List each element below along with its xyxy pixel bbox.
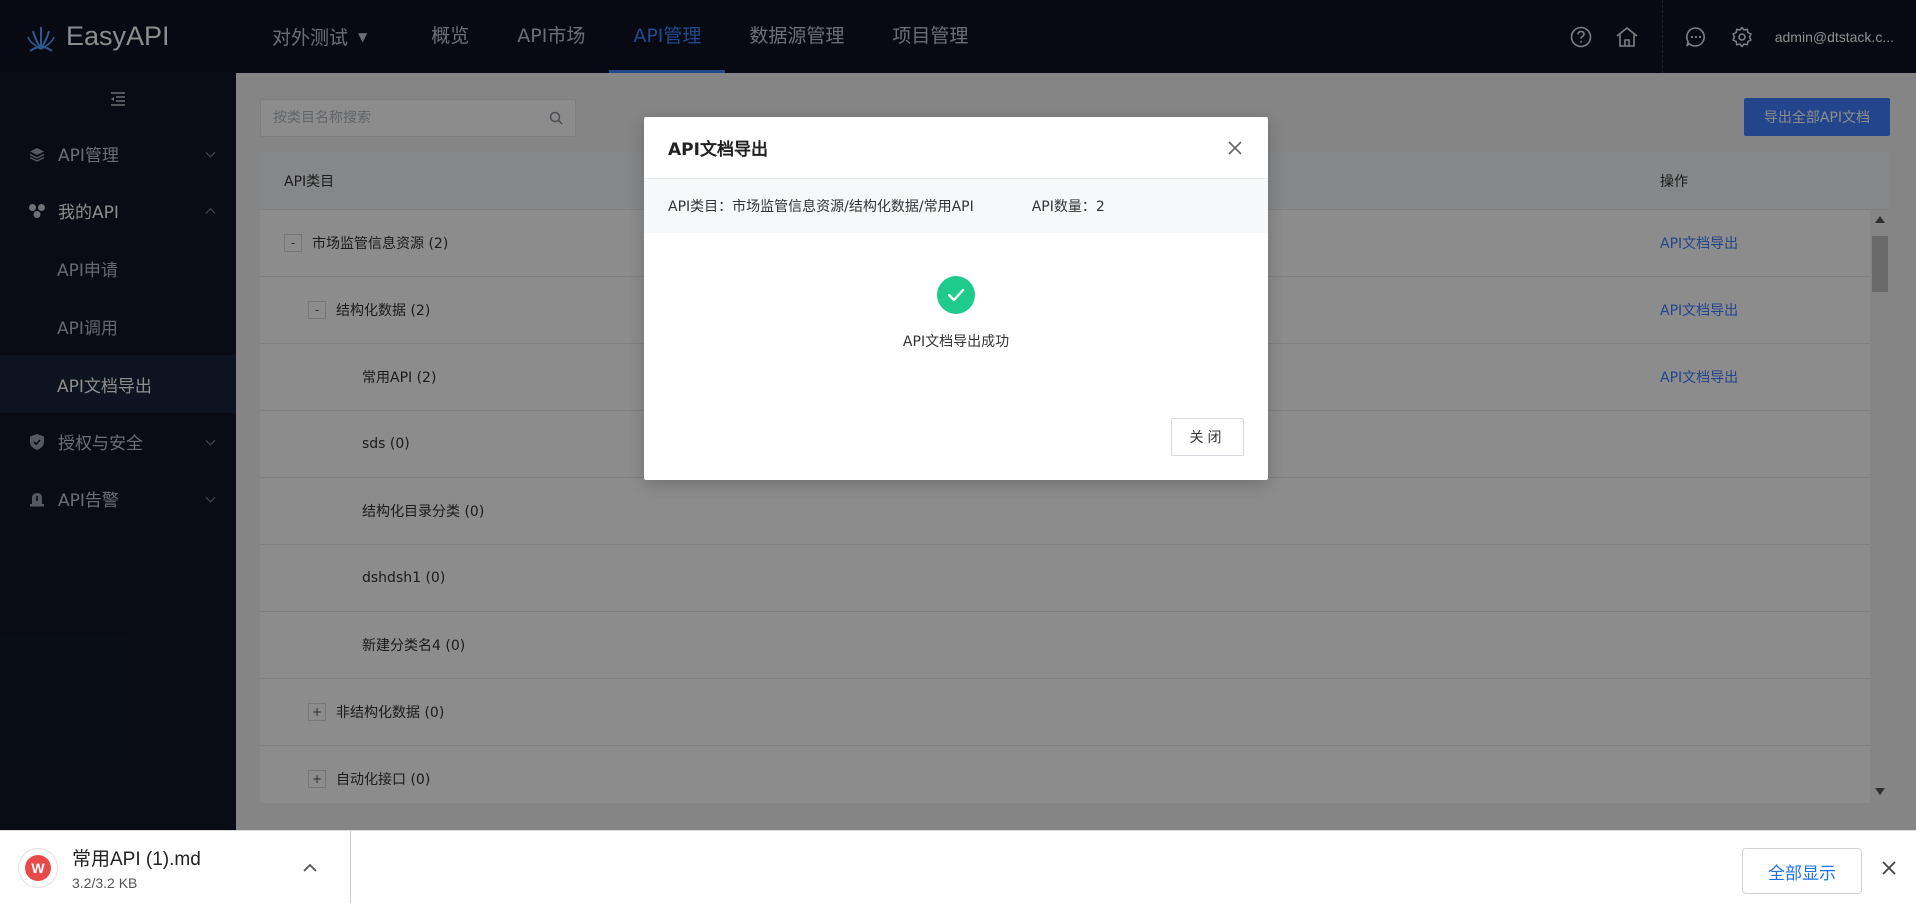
download-file-name: 常用API (1).md bbox=[72, 849, 201, 870]
wps-file-icon: W bbox=[18, 847, 58, 888]
show-all-downloads-button[interactable]: 全部显示 bbox=[1742, 848, 1862, 894]
close-button[interactable]: 关闭 bbox=[1171, 418, 1244, 456]
dialog-info-bar: API类目：市场监管信息资源/结构化数据/常用API API数量：2 bbox=[644, 179, 1268, 233]
svg-text:W: W bbox=[31, 860, 45, 876]
browser-download-bar: W 常用API (1).md 3.2/3.2 KB 全部显示 bbox=[0, 830, 1916, 903]
close-icon[interactable] bbox=[1226, 139, 1244, 157]
success-check-icon bbox=[937, 276, 975, 314]
export-doc-dialog: API文档导出 API类目：市场监管信息资源/结构化数据/常用API API数量… bbox=[644, 117, 1268, 480]
download-file-size: 3.2/3.2 KB bbox=[72, 875, 138, 891]
dialog-header: API文档导出 bbox=[644, 117, 1268, 179]
success-message: API文档导出成功 bbox=[902, 334, 1010, 350]
chevron-up-icon[interactable] bbox=[292, 850, 328, 886]
dialog-title: API文档导出 bbox=[668, 140, 768, 160]
close-icon[interactable] bbox=[1876, 855, 1902, 881]
api-count: API数量：2 bbox=[1031, 199, 1105, 215]
api-category-path: API类目：市场监管信息资源/结构化数据/常用API bbox=[668, 199, 974, 215]
download-item[interactable]: W 常用API (1).md 3.2/3.2 KB bbox=[0, 831, 351, 903]
